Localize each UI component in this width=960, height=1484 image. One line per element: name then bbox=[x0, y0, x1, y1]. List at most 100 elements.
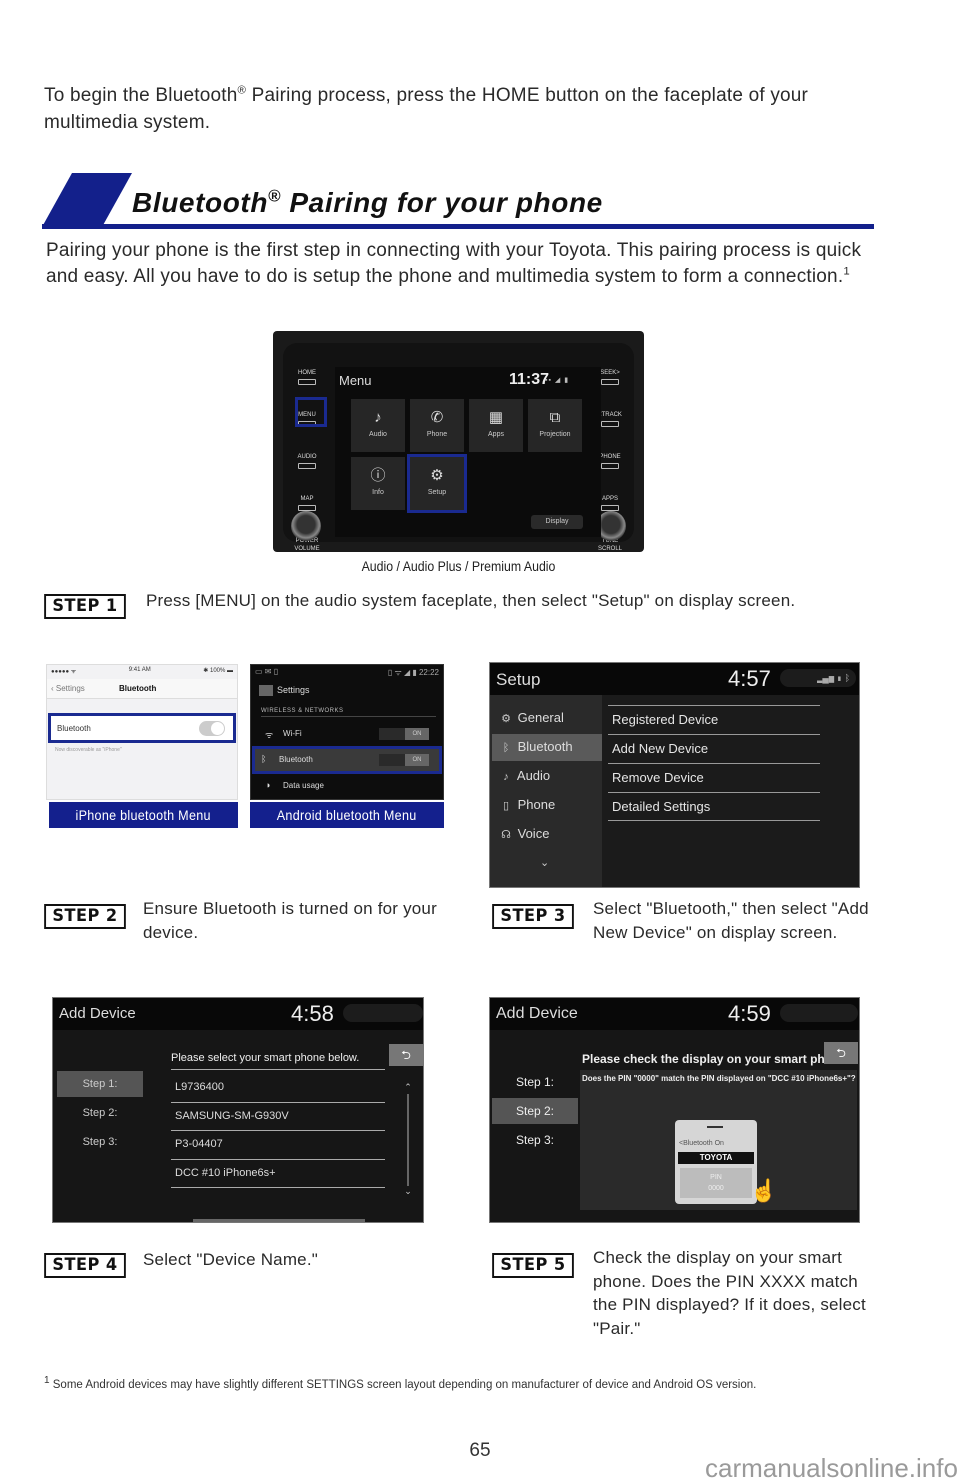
volume-knob[interactable] bbox=[291, 511, 321, 541]
scroll-up-icon[interactable]: ⌃ bbox=[403, 1082, 413, 1093]
setup-clock: 4:57 bbox=[728, 666, 771, 691]
step-5-text: Check the display on your smart phone. D… bbox=[593, 1248, 866, 1338]
select-phone-prompt: Please select your smart phone below. bbox=[171, 1052, 385, 1070]
android-menu-label: Android bluetooth Menu bbox=[250, 802, 444, 828]
gear-icon: ⚙ bbox=[430, 467, 444, 484]
bluetooth-icon: ᛒ bbox=[261, 754, 267, 764]
display-clock: 11:37 bbox=[509, 371, 550, 388]
section-header-accent bbox=[42, 173, 132, 227]
wifi-switch[interactable]: ON bbox=[379, 728, 429, 740]
apps-grid-icon: ▦ bbox=[488, 409, 504, 426]
status-bar bbox=[780, 1004, 858, 1022]
option-remove-device[interactable]: Remove Device bbox=[608, 763, 820, 792]
step-indicator-2: Step 2: bbox=[82, 1107, 118, 1119]
device-list-item[interactable]: L9736400 bbox=[171, 1074, 385, 1103]
chevron-down-icon[interactable]: ⌄ bbox=[540, 856, 549, 869]
tile-apps[interactable]: ▦ Apps bbox=[469, 399, 523, 452]
add-device-clock: 4:58 bbox=[291, 1001, 334, 1026]
head-unit-caption: Audio / Audio Plus / Premium Audio bbox=[361, 558, 556, 574]
tile-info[interactable]: ⓘ Info bbox=[351, 457, 405, 510]
phone-icon: ▯ bbox=[502, 800, 510, 812]
step-5-badge: STEP 5 bbox=[492, 1253, 574, 1278]
gear-icon: ⚙ bbox=[501, 713, 511, 725]
info-icon: ⓘ bbox=[370, 467, 386, 484]
iphone-bluetooth-row: Bluetooth bbox=[48, 713, 236, 743]
wifi-icon: ᯤ bbox=[265, 730, 274, 740]
android-data-usage-row[interactable]: ◑ Data usage bbox=[259, 775, 439, 797]
step-2-badge: STEP 2 bbox=[44, 904, 126, 929]
back-settings-link[interactable]: ‹ Settings bbox=[51, 684, 85, 693]
android-bluetooth-row[interactable]: ᛒ Bluetooth ON bbox=[252, 746, 442, 774]
cannot-find-button[interactable]: If you cannot find... bbox=[193, 1219, 365, 1222]
display-title: Menu bbox=[339, 373, 372, 388]
head-unit-display: Menu 11:37 ▪▪ ◢ ▮ ♪ Audio ✆ Phone ▦ Apps ⧉ P… bbox=[335, 367, 601, 537]
tile-audio[interactable]: ♪ Audio bbox=[351, 399, 405, 452]
bluetooth-toggle[interactable] bbox=[199, 721, 225, 736]
iphone-menu-label: iPhone bluetooth Menu bbox=[49, 802, 238, 828]
status-bar bbox=[343, 1004, 423, 1022]
sidebar-item-voice[interactable]: ☊ Voice bbox=[492, 821, 602, 848]
pin-question: Does the PIN "0000" match the PIN displa… bbox=[582, 1074, 856, 1083]
intro-text: To begin the Bluetooth® Pairing process,… bbox=[44, 84, 809, 133]
section-paragraph: Pairing your phone is the first step in … bbox=[46, 240, 862, 287]
menu-tile-grid: ♪ Audio ✆ Phone ▦ Apps ⧉ Projection ⓘ Info ⚙ S… bbox=[351, 399, 582, 513]
phone-icon: ✆ bbox=[430, 409, 444, 426]
step-indicator-1: Step 1: bbox=[515, 1075, 555, 1089]
music-note-icon: ♪ bbox=[503, 771, 509, 783]
iphone-status-bar: ●●●●● ᯤ 9:41 AM ✱ 100% ▬ bbox=[51, 667, 233, 675]
android-section-label: WIRELESS & NETWORKS bbox=[261, 708, 436, 717]
menu-button-highlight bbox=[295, 397, 327, 427]
step-2-text: Ensure Bluetooth is turned on for your d… bbox=[143, 899, 437, 942]
back-button[interactable]: ⮌ bbox=[389, 1044, 423, 1066]
scroll-down-icon[interactable]: ⌄ bbox=[403, 1186, 413, 1197]
option-registered-device[interactable]: Registered Device bbox=[608, 705, 820, 734]
iphone-discoverable-text: Now discoverable as "iPhone" bbox=[55, 747, 122, 753]
add-device-title: Add Device bbox=[59, 1005, 136, 1022]
check-phone-prompt: Please check the display on your smart p… bbox=[582, 1052, 850, 1066]
add-device-select-screen-image: Add Device 4:58 Step 1: Step 2: Step 3: … bbox=[52, 997, 424, 1223]
sidebar-item-general[interactable]: ⚙ General bbox=[492, 705, 602, 732]
section-title: Bluetooth® Pairing for your phone bbox=[132, 186, 603, 218]
device-list: L9736400 SAMSUNG-SM-G930V P3-04407 DCC #… bbox=[171, 1074, 385, 1188]
device-list-scrollbar[interactable]: ⌃ ⌄ bbox=[403, 1082, 413, 1198]
sidebar-item-bluetooth[interactable]: ᛒ Bluetooth bbox=[492, 734, 602, 761]
tile-projection[interactable]: ⧉ Projection bbox=[528, 399, 582, 452]
android-wifi-row[interactable]: ᯤ Wi-Fi ON bbox=[259, 723, 439, 745]
add-device-clock: 4:59 bbox=[728, 1001, 771, 1026]
head-unit-image: HOME MENU AUDIO MAP POWER VOLUME SEEK> <… bbox=[273, 331, 644, 552]
option-detailed-settings[interactable]: Detailed Settings bbox=[608, 792, 820, 821]
step-1-badge: STEP 1 bbox=[44, 594, 126, 619]
settings-app-icon bbox=[259, 685, 273, 697]
hand-pointer-icon: ☝ bbox=[750, 1178, 778, 1203]
sidebar-item-audio[interactable]: ♪ Audio bbox=[492, 763, 602, 790]
add-device-pin-screen-image: Add Device 4:59 Step 1: Step 2: Step 3: … bbox=[489, 997, 860, 1223]
music-note-icon: ♪ bbox=[374, 409, 382, 426]
tile-setup[interactable]: ⚙ Setup bbox=[407, 454, 467, 513]
pin-panel: Does the PIN "0000" match the PIN displa… bbox=[580, 1070, 857, 1210]
tile-phone[interactable]: ✆ Phone bbox=[410, 399, 464, 452]
phone-illustration: <Bluetooth On TOYOTA PIN 0000 bbox=[675, 1120, 757, 1204]
back-arrow-icon: ⮌ bbox=[401, 1048, 411, 1062]
device-list-item[interactable]: DCC #10 iPhone6s+ bbox=[171, 1160, 385, 1188]
setup-title: Setup bbox=[496, 670, 541, 689]
footnote: 1 Some Android devices may have slightly… bbox=[44, 1375, 757, 1391]
step-indicator-1: Step 1: bbox=[57, 1071, 143, 1097]
device-list-item[interactable]: P3-04407 bbox=[171, 1131, 385, 1160]
status-icons: ▂▄▆ ▮ ᛒ bbox=[780, 669, 856, 687]
back-arrow-icon: ⮌ bbox=[836, 1046, 846, 1060]
data-usage-icon: ◑ bbox=[265, 780, 271, 790]
step-3-text: Select "Bluetooth," then select "Add New… bbox=[593, 899, 869, 942]
bluetooth-options-list: Registered Device Add New Device Remove … bbox=[608, 705, 820, 821]
bluetooth-switch[interactable]: ON bbox=[379, 754, 429, 766]
faceplate-button-audio[interactable]: AUDIO bbox=[287, 453, 327, 495]
option-add-new-device[interactable]: Add New Device bbox=[608, 734, 820, 763]
iphone-nav-bar: ‹ Settings Bluetooth bbox=[47, 679, 237, 699]
sidebar-item-phone[interactable]: ▯ Phone bbox=[492, 792, 602, 819]
step-4-badge: STEP 4 bbox=[44, 1253, 126, 1278]
device-list-item[interactable]: SAMSUNG-SM-G930V bbox=[171, 1103, 385, 1131]
iphone-bluetooth-screenshot: ●●●●● ᯤ 9:41 AM ✱ 100% ▬ ‹ Settings Blueto… bbox=[46, 664, 238, 800]
back-button[interactable]: ⮌ bbox=[824, 1042, 858, 1064]
bluetooth-icon: ᛒ bbox=[502, 742, 510, 754]
display-button[interactable]: Display bbox=[531, 515, 583, 529]
step-indicator-2: Step 2: bbox=[492, 1098, 578, 1124]
